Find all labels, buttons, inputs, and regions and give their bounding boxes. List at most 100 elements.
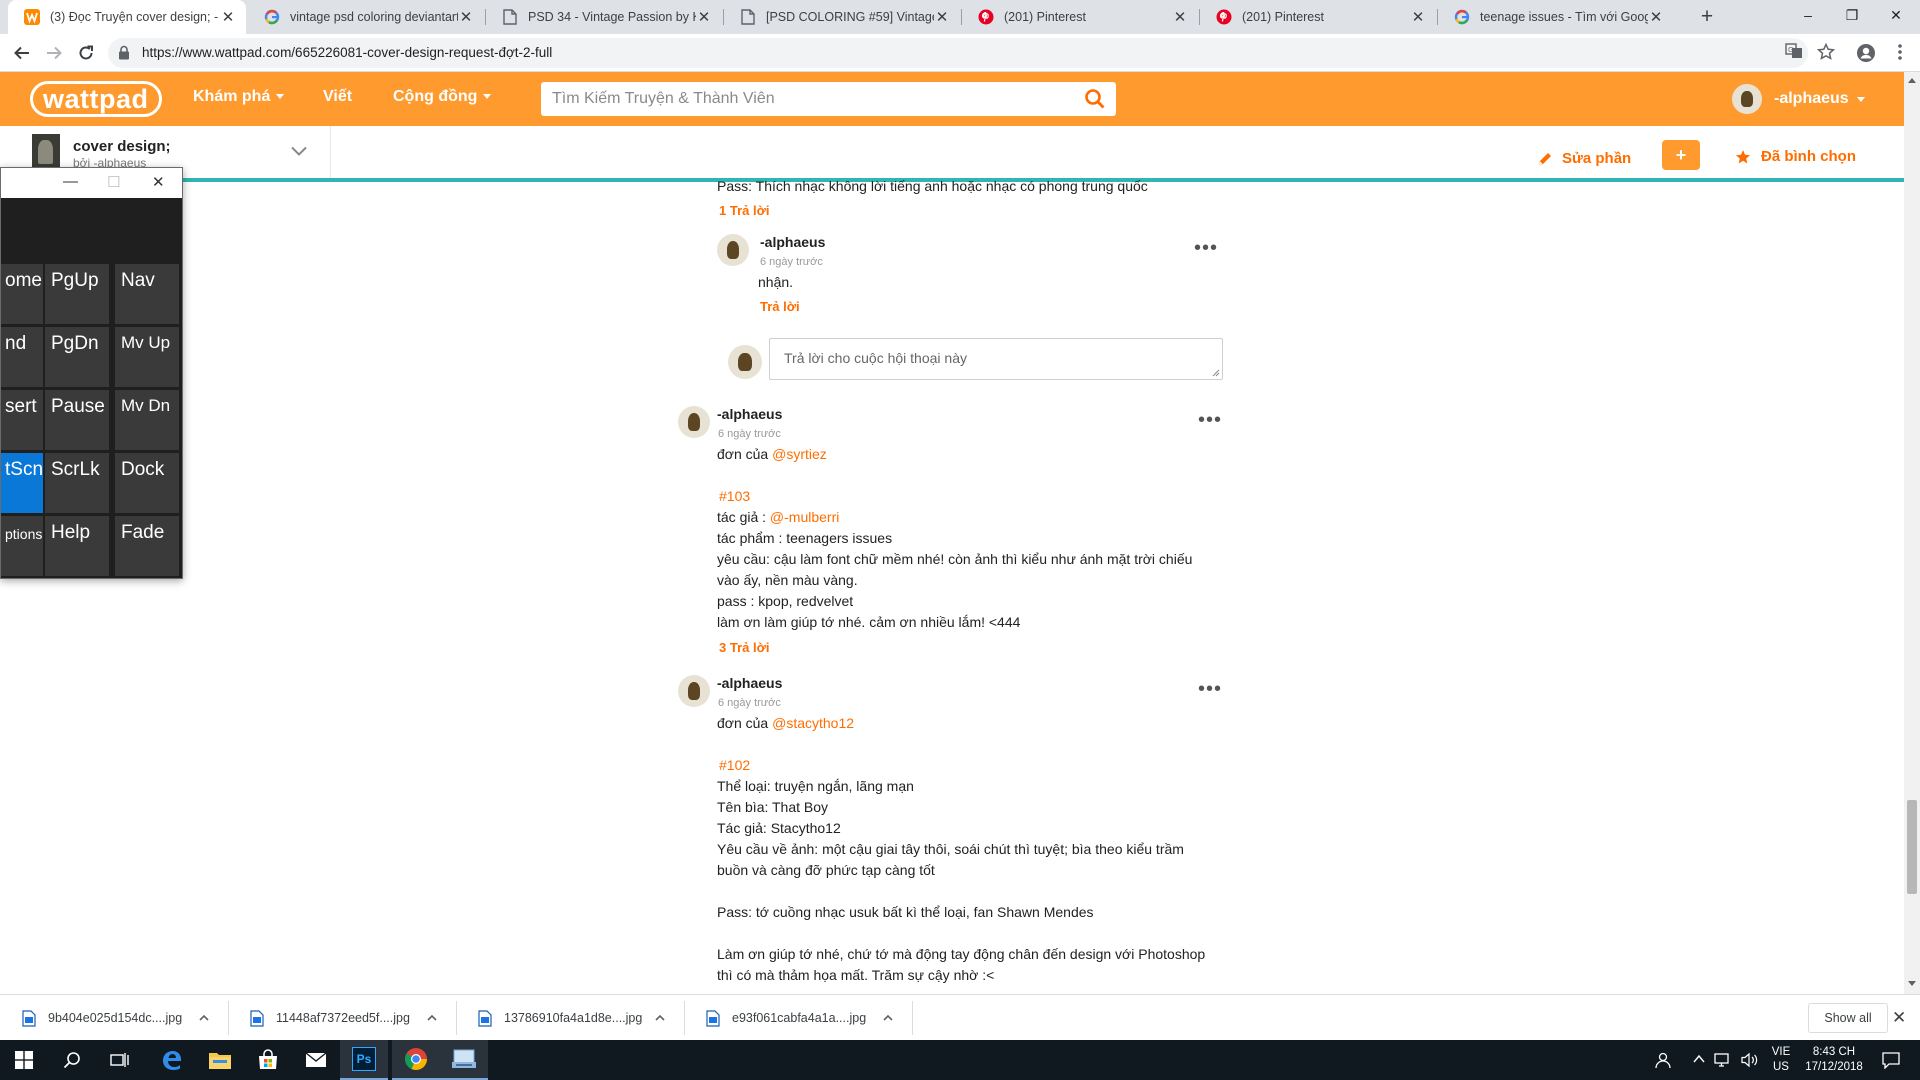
voted-button[interactable]: Đã bình chọn bbox=[1735, 148, 1856, 165]
view-replies-link[interactable]: 1 Trả lời bbox=[719, 203, 769, 218]
wattpad-logo[interactable]: wattpad bbox=[30, 81, 162, 117]
reload-icon[interactable] bbox=[74, 41, 98, 65]
osk-key-home[interactable]: ome bbox=[1, 264, 43, 324]
comment-author[interactable]: -alphaeus bbox=[760, 234, 825, 250]
avatar[interactable] bbox=[717, 234, 749, 266]
scroll-thumb[interactable] bbox=[1907, 800, 1917, 894]
network-icon[interactable] bbox=[1714, 1052, 1732, 1068]
page-scrollbar[interactable] bbox=[1904, 72, 1920, 994]
people-icon[interactable] bbox=[1654, 1052, 1672, 1069]
scroll-up-arrow-icon[interactable] bbox=[1908, 78, 1916, 83]
window-close-button[interactable]: ✕ bbox=[1868, 0, 1920, 30]
osk-minimize-icon[interactable]: — bbox=[63, 173, 78, 190]
close-icon[interactable]: ✕ bbox=[1892, 1008, 1906, 1028]
osk-key-dock[interactable]: Dock bbox=[115, 453, 179, 513]
tab-psd-34[interactable]: PSD 34 - Vintage Passion by Kryp ✕ bbox=[486, 0, 722, 34]
close-icon[interactable]: ✕ bbox=[1172, 8, 1188, 26]
file-explorer-icon[interactable] bbox=[196, 1040, 244, 1080]
chevron-up-icon[interactable] bbox=[882, 1012, 894, 1024]
scroll-down-arrow-icon[interactable] bbox=[1908, 981, 1916, 986]
show-all-downloads-button[interactable]: Show all bbox=[1808, 1003, 1888, 1033]
osk-key-scrlk[interactable]: ScrLk bbox=[45, 453, 109, 513]
chevron-up-icon[interactable] bbox=[654, 1012, 666, 1024]
search-input[interactable] bbox=[541, 82, 1071, 116]
close-icon[interactable]: ✕ bbox=[934, 8, 950, 26]
osk-key-pgup[interactable]: PgUp bbox=[45, 264, 109, 324]
back-arrow-icon[interactable] bbox=[10, 41, 34, 65]
close-icon[interactable]: ✕ bbox=[220, 8, 236, 26]
on-screen-keyboard-app-icon[interactable] bbox=[440, 1040, 488, 1080]
more-options-icon[interactable]: ••• bbox=[1198, 679, 1222, 699]
tab-google-teenage[interactable]: teenage issues - Tìm với Google ✕ bbox=[1438, 0, 1674, 34]
chevron-down-icon[interactable] bbox=[290, 142, 308, 160]
edit-part-button[interactable]: Sửa phần bbox=[1537, 150, 1631, 167]
osk-close-icon[interactable]: ✕ bbox=[152, 173, 165, 191]
download-item[interactable]: 11448af7372eed5f....jpg bbox=[250, 995, 438, 1041]
new-tab-button[interactable]: + bbox=[1694, 4, 1720, 30]
tab-google-vintage[interactable]: vintage psd coloring deviantart - ✕ bbox=[248, 0, 484, 34]
avatar[interactable] bbox=[678, 675, 710, 707]
resize-handle-icon[interactable] bbox=[1212, 369, 1220, 377]
search-icon[interactable] bbox=[1084, 88, 1106, 110]
chrome-icon[interactable] bbox=[392, 1040, 440, 1080]
chevron-up-icon[interactable] bbox=[426, 1012, 438, 1024]
more-options-icon[interactable]: ••• bbox=[1198, 410, 1222, 430]
notification-icon[interactable] bbox=[1882, 1052, 1902, 1070]
nav-community[interactable]: Cộng đồng bbox=[393, 88, 492, 106]
task-view-icon[interactable] bbox=[96, 1040, 144, 1080]
tab-wattpad[interactable]: (3) Đọc Truyện cover design; - re ✕ bbox=[8, 0, 246, 34]
close-icon[interactable]: ✕ bbox=[1648, 8, 1664, 26]
input-language[interactable]: VIE US bbox=[1766, 1045, 1796, 1075]
volume-icon[interactable] bbox=[1740, 1052, 1758, 1068]
hashtag-link[interactable]: #103 bbox=[719, 486, 750, 507]
comment-author[interactable]: -alphaeus bbox=[717, 675, 782, 691]
osk-key-fade[interactable]: Fade bbox=[115, 516, 179, 576]
chevron-up-icon[interactable] bbox=[1692, 1052, 1710, 1068]
osk-titlebar[interactable]: — ☐ ✕ bbox=[1, 168, 182, 198]
mail-icon[interactable] bbox=[292, 1040, 340, 1080]
story-title[interactable]: cover design; bbox=[73, 138, 171, 155]
forward-arrow-icon[interactable] bbox=[42, 41, 66, 65]
osk-key-nav[interactable]: Nav bbox=[115, 264, 179, 324]
osk-maximize-icon[interactable]: ☐ bbox=[107, 173, 120, 191]
reply-input[interactable] bbox=[770, 339, 1222, 379]
osk-key-options[interactable]: ptions bbox=[1, 516, 43, 576]
osk-key-pause[interactable]: Pause bbox=[45, 390, 109, 450]
comment-author[interactable]: -alphaeus bbox=[717, 406, 782, 422]
close-icon[interactable]: ✕ bbox=[458, 8, 474, 26]
tab-pinterest-2[interactable]: (201) Pinterest ✕ bbox=[1200, 0, 1436, 34]
user-menu[interactable]: -alphaeus bbox=[1732, 84, 1865, 114]
nav-discover[interactable]: Khám phá bbox=[193, 88, 285, 106]
osk-key-mvup[interactable]: Mv Up bbox=[115, 327, 179, 387]
profile-icon[interactable] bbox=[1856, 43, 1876, 63]
close-icon[interactable]: ✕ bbox=[696, 8, 712, 26]
chevron-up-icon[interactable] bbox=[198, 1012, 210, 1024]
add-to-list-button[interactable]: + bbox=[1662, 140, 1700, 170]
download-item[interactable]: e93f061cabfa4a1a....jpg bbox=[706, 995, 894, 1041]
osk-key-insert[interactable]: sert bbox=[1, 390, 43, 450]
view-replies-link[interactable]: 3 Trả lời bbox=[719, 640, 769, 655]
menu-kebab-icon[interactable] bbox=[1890, 43, 1910, 63]
close-icon[interactable]: ✕ bbox=[1410, 8, 1426, 26]
hashtag-link[interactable]: #102 bbox=[719, 755, 750, 776]
reply-link[interactable]: Trả lời bbox=[760, 299, 800, 314]
download-item[interactable]: 13786910fa4a1d8e....jpg bbox=[478, 995, 666, 1041]
osk-key-help[interactable]: Help bbox=[45, 516, 109, 576]
address-bar[interactable]: https://www.wattpad.com/665226081-cover-… bbox=[108, 38, 1808, 68]
mention-link[interactable]: @-mulberri bbox=[770, 509, 839, 525]
store-icon[interactable] bbox=[244, 1040, 292, 1080]
osk-key-pgdn[interactable]: PgDn bbox=[45, 327, 109, 387]
clock[interactable]: 8:43 CH 17/12/2018 bbox=[1800, 1045, 1868, 1075]
osk-key-prtscn[interactable]: tScn bbox=[1, 453, 43, 513]
avatar[interactable] bbox=[678, 406, 710, 438]
windows-start-icon[interactable] bbox=[0, 1040, 48, 1080]
osk-key-mvdn[interactable]: Mv Dn bbox=[115, 390, 179, 450]
photoshop-icon[interactable]: Ps bbox=[340, 1040, 388, 1080]
mention-link[interactable]: @syrtiez bbox=[772, 446, 827, 462]
search-icon[interactable] bbox=[48, 1040, 96, 1080]
tab-psd-coloring[interactable]: [PSD COLORING #59] Vintage by ✕ bbox=[724, 0, 960, 34]
translate-icon[interactable]: G bbox=[1784, 43, 1804, 63]
nav-write[interactable]: Viết bbox=[323, 88, 352, 106]
more-options-icon[interactable]: ••• bbox=[1194, 238, 1218, 258]
edge-icon[interactable] bbox=[148, 1040, 196, 1080]
